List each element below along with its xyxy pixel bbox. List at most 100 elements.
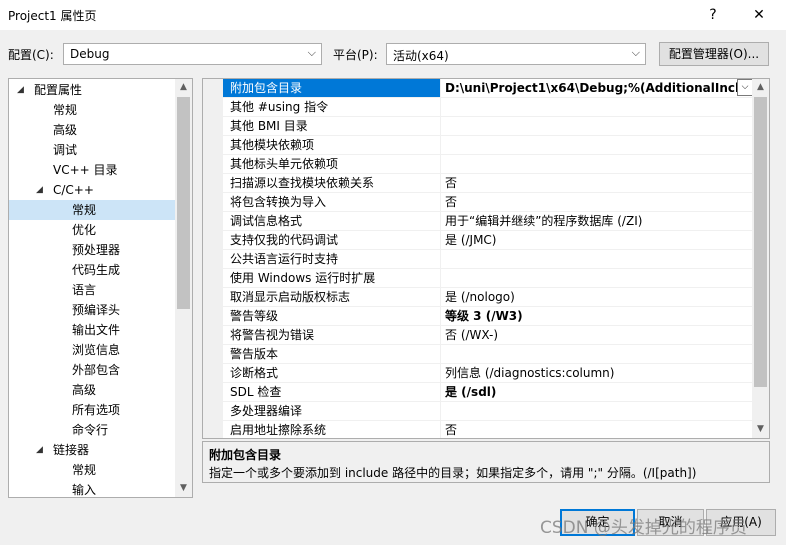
- property-row[interactable]: 其他模块依赖项: [223, 136, 753, 155]
- tree-item[interactable]: VC++ 目录: [9, 160, 175, 180]
- property-grid[interactable]: 附加包含目录 D:\uni\Project1\x64\Debug;%(Additi…: [202, 78, 770, 439]
- scroll-up-icon[interactable]: ▲: [175, 79, 192, 96]
- property-value[interactable]: [441, 402, 753, 420]
- scrollbar-thumb[interactable]: [177, 97, 190, 309]
- property-row[interactable]: 启用地址擦除系统否: [223, 421, 753, 438]
- tree-item[interactable]: 代码生成: [9, 260, 175, 280]
- tree-item-label: 命令行: [72, 423, 109, 437]
- tree-item[interactable]: 常规: [9, 100, 175, 120]
- property-value[interactable]: [441, 117, 753, 135]
- property-name: 诊断格式: [223, 364, 441, 382]
- config-select[interactable]: Debug ⌵: [63, 43, 322, 65]
- window-title: Project1 属性页: [8, 9, 97, 23]
- property-row[interactable]: 将包含转换为导入否: [223, 193, 753, 212]
- property-name: 其他标头单元依赖项: [223, 155, 441, 173]
- tree-item-label: 高级: [53, 123, 78, 137]
- property-name: 其他 #using 指令: [223, 98, 441, 116]
- tree-item[interactable]: 高级: [9, 380, 175, 400]
- property-value[interactable]: [441, 155, 753, 173]
- property-row[interactable]: 其他 #using 指令: [223, 98, 753, 117]
- property-row[interactable]: 使用 Windows 运行时扩展: [223, 269, 753, 288]
- property-name: 启用地址擦除系统: [223, 421, 441, 438]
- property-row[interactable]: 其他 BMI 目录: [223, 117, 753, 136]
- tree-item[interactable]: 浏览信息: [9, 340, 175, 360]
- tree-item[interactable]: 命令行: [9, 420, 175, 440]
- property-row[interactable]: 诊断格式 列信息 (/diagnostics:column): [223, 364, 753, 383]
- expand-caret-icon[interactable]: ◢: [36, 180, 43, 200]
- property-row[interactable]: 调试信息格式 用于“编辑并继续”的程序数据库 (/ZI): [223, 212, 753, 231]
- property-row[interactable]: 公共语言运行时支持: [223, 250, 753, 269]
- tree-item[interactable]: ◢ 链接器: [9, 440, 175, 460]
- category-tree[interactable]: ◢ 配置属性 常规 高级 调试 VC++ 目录 ◢ C/C++ 常规 优化 预处理器 代码生成 语言 预编…: [8, 78, 193, 498]
- property-value[interactable]: 否: [441, 174, 753, 192]
- scroll-up-icon[interactable]: ▲: [752, 79, 769, 96]
- tree-item[interactable]: ◢ C/C++: [9, 180, 175, 200]
- platform-select[interactable]: 活动(x64) ⌵: [386, 43, 646, 65]
- tree-item[interactable]: 所有选项: [9, 400, 175, 420]
- close-button[interactable]: ✕: [744, 4, 774, 26]
- tree-item[interactable]: 语言: [9, 280, 175, 300]
- scroll-down-icon[interactable]: ▼: [175, 480, 192, 497]
- chevron-down-icon[interactable]: ⌵: [737, 79, 753, 96]
- property-value[interactable]: 是 (/nologo): [441, 288, 753, 306]
- description-panel: 附加包含目录 指定一个或多个要添加到 include 路径中的目录；如果指定多个…: [202, 441, 770, 483]
- property-row[interactable]: 其他标头单元依赖项: [223, 155, 753, 174]
- property-row[interactable]: 警告版本: [223, 345, 753, 364]
- property-value[interactable]: 等级 3 (/W3): [441, 307, 753, 325]
- tree-item-label: 代码生成: [72, 263, 121, 277]
- tree-item[interactable]: 预处理器: [9, 240, 175, 260]
- tree-item[interactable]: 输出文件: [9, 320, 175, 340]
- property-value[interactable]: [441, 98, 753, 116]
- description-text: 指定一个或多个要添加到 include 路径中的目录；如果指定多个，请用 ";"…: [209, 466, 697, 480]
- property-row[interactable]: 扫描源以查找模块依赖关系否: [223, 174, 753, 193]
- tree-item-label: 配置属性: [34, 83, 83, 97]
- property-value[interactable]: 否: [441, 193, 753, 211]
- tree-item[interactable]: 优化: [9, 220, 175, 240]
- property-value[interactable]: 是 (/JMC): [441, 231, 753, 249]
- tree-item[interactable]: 输入: [9, 480, 175, 497]
- scrollbar-thumb[interactable]: [754, 97, 767, 387]
- property-row[interactable]: 支持仅我的代码调试是 (/JMC): [223, 231, 753, 250]
- tree-item-label: 调试: [53, 143, 78, 157]
- property-row[interactable]: 警告等级 等级 3 (/W3): [223, 307, 753, 326]
- config-label: 配置(C):: [8, 48, 54, 62]
- tree-item[interactable]: 调试: [9, 140, 175, 160]
- property-row[interactable]: 附加包含目录 D:\uni\Project1\x64\Debug;%(Additi…: [223, 79, 753, 98]
- tree-item[interactable]: ◢ 配置属性: [9, 80, 175, 100]
- property-value[interactable]: D:\uni\Project1\x64\Debug;%(AdditionalIn…: [441, 79, 753, 97]
- expand-caret-icon[interactable]: ◢: [17, 80, 24, 100]
- config-manager-button[interactable]: 配置管理器(O)...: [659, 42, 769, 66]
- scroll-down-icon[interactable]: ▼: [752, 421, 769, 438]
- grid-scrollbar[interactable]: ▲ ▼: [752, 79, 769, 438]
- tree-scrollbar[interactable]: ▲ ▼: [175, 79, 192, 497]
- property-value[interactable]: [441, 269, 753, 287]
- property-row[interactable]: 取消显示启动版权标志是 (/nologo): [223, 288, 753, 307]
- tree-item-label: 常规: [53, 103, 78, 117]
- tree-item[interactable]: 常规: [9, 200, 175, 220]
- tree-item-label: VC++ 目录: [53, 163, 118, 177]
- property-name: SDL 检查: [223, 383, 441, 401]
- property-value[interactable]: 是 (/sdl): [441, 383, 753, 401]
- property-name: 附加包含目录: [223, 79, 441, 97]
- property-row[interactable]: 将警告视为错误否 (/WX-): [223, 326, 753, 345]
- tree-item-label: C/C++: [53, 183, 94, 197]
- property-value[interactable]: 用于“编辑并继续”的程序数据库 (/ZI): [441, 212, 753, 230]
- property-row[interactable]: 多处理器编译: [223, 402, 753, 421]
- property-value[interactable]: 列信息 (/diagnostics:column): [441, 364, 753, 382]
- property-value[interactable]: [441, 136, 753, 154]
- tree-item[interactable]: 预编译头: [9, 300, 175, 320]
- property-value[interactable]: 否 (/WX-): [441, 326, 753, 344]
- property-name: 公共语言运行时支持: [223, 250, 441, 268]
- tree-item[interactable]: 常规: [9, 460, 175, 480]
- tree-item-label: 预处理器: [72, 243, 121, 257]
- help-button[interactable]: ?: [698, 4, 728, 26]
- property-value[interactable]: [441, 250, 753, 268]
- property-row[interactable]: SDL 检查是 (/sdl): [223, 383, 753, 402]
- expand-caret-icon[interactable]: ◢: [36, 440, 43, 460]
- property-value[interactable]: 否: [441, 421, 753, 438]
- property-name: 使用 Windows 运行时扩展: [223, 269, 441, 287]
- tree-item[interactable]: 外部包含: [9, 360, 175, 380]
- platform-label: 平台(P):: [333, 48, 378, 62]
- tree-item[interactable]: 高级: [9, 120, 175, 140]
- property-value[interactable]: [441, 345, 753, 363]
